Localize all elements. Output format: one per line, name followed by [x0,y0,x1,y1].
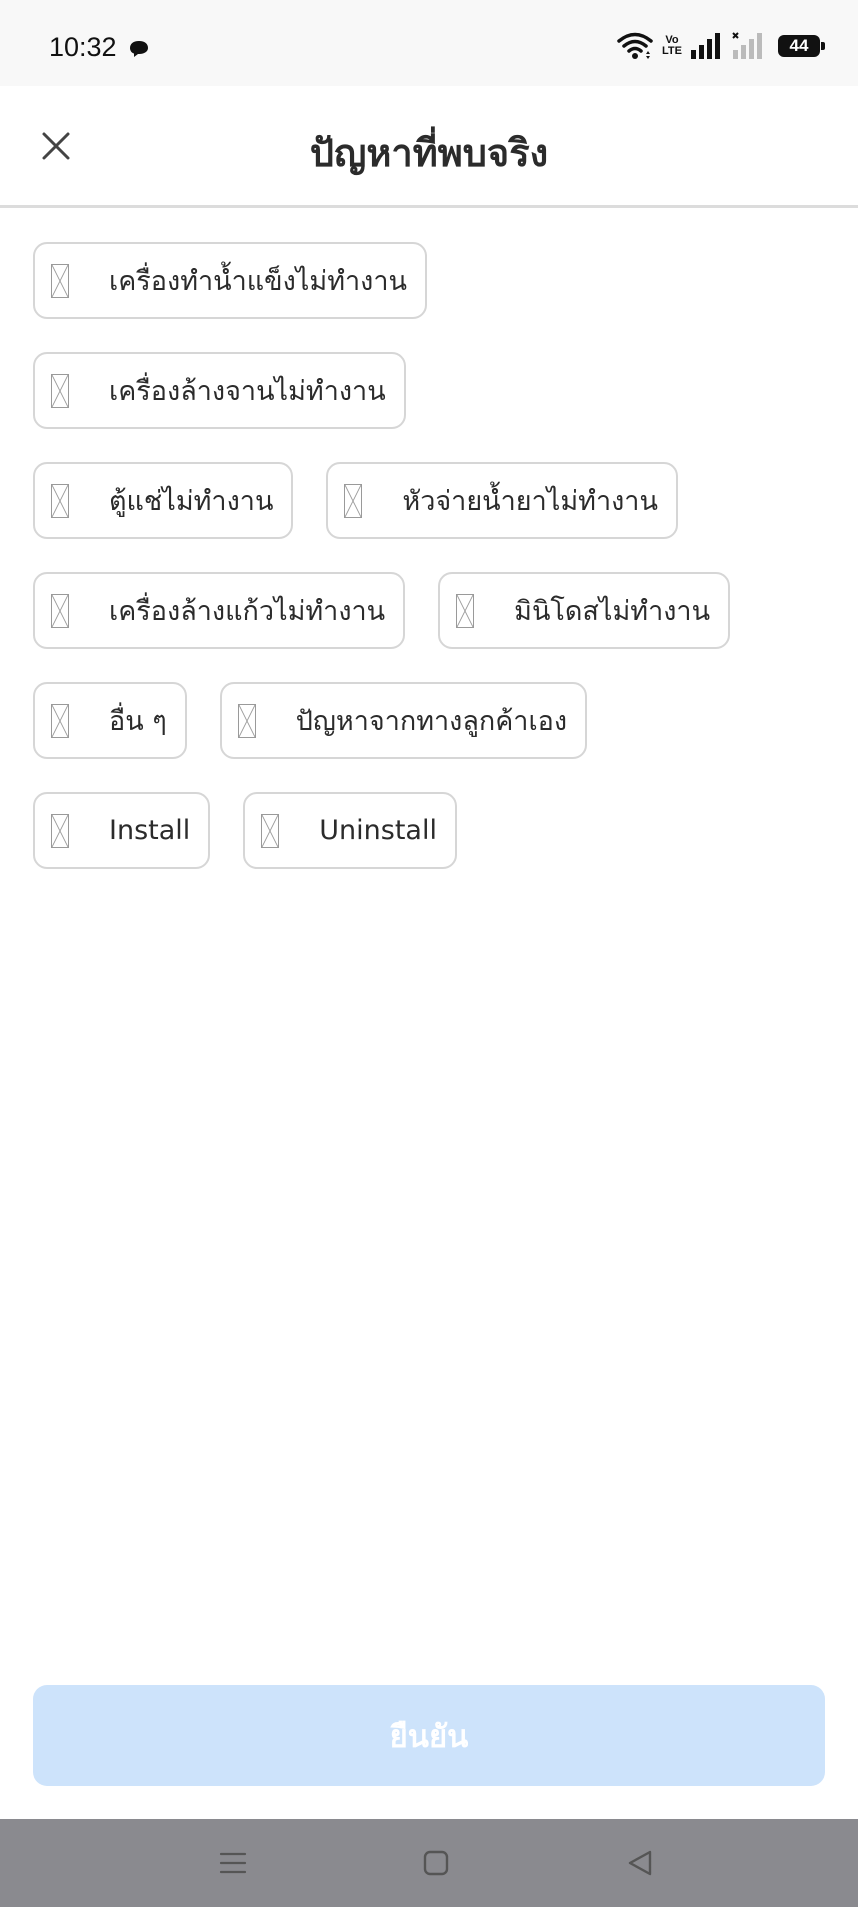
option-label: เครื่องล้างจานไม่ทำงาน [109,376,386,407]
option-customer-issue[interactable]: ปัญหาจากทางลูกค้าเอง [219,682,588,759]
status-bar: 10:32 Vo LTE 44 [0,0,858,86]
option-label: อื่น ๆ [109,706,167,737]
option-label: ตู้แช่ไม่ทำงาน [109,486,274,517]
option-row: อื่น ๆ ปัญหาจากทางลูกค้าเอง [33,682,833,759]
battery-level: 44 [789,36,809,55]
volte-line2: LTE [662,45,682,57]
option-install[interactable]: Install [33,792,211,869]
option-label: หัวจ่ายน้ำยาไม่ทำงาน [402,486,658,517]
option-uninstall[interactable]: Uninstall [243,792,457,869]
option-ice-maker-not-working[interactable]: เครื่องทำน้ำแข็งไม่ทำงาน [33,242,427,319]
checkbox-icon [51,813,69,848]
option-fridge-not-working[interactable]: ตู้แช่ไม่ทำงาน [33,462,294,539]
status-time: 10:32 [49,32,117,62]
option-row: เครื่องล้างจานไม่ทำงาน [33,352,833,429]
option-row: เครื่องล้างแก้วไม่ทำงาน มินิโดสไม่ทำงาน [33,572,833,649]
page-title: ปัญหาที่พบจริง [309,131,549,175]
header: ปัญหาที่พบจริง [0,86,858,208]
checkbox-icon [344,483,363,518]
checkbox-icon [51,703,69,738]
option-row: ตู้แช่ไม่ทำงาน หัวจ่ายน้ำยาไม่ทำงาน [33,462,833,539]
message-icon [130,41,148,57]
option-minidose-not-working[interactable]: มินิโดสไม่ทำงาน [438,572,731,649]
option-other[interactable]: อื่น ๆ [33,682,187,759]
confirm-button[interactable]: ยืนยัน [33,1685,825,1786]
status-icons: Vo LTE 44 [616,30,825,62]
option-label: ปัญหาจากทางลูกค้าเอง [295,706,568,737]
option-label: Uninstall [319,815,437,846]
checkbox-icon [261,813,280,848]
option-row: เครื่องทำน้ำแข็งไม่ทำงาน [33,242,833,319]
option-label: เครื่องทำน้ำแข็งไม่ทำงาน [109,266,407,297]
navigation-bar [0,1819,858,1907]
checkbox-icon [51,263,69,298]
option-label: มินิโดสไม่ทำงาน [514,596,711,627]
checkbox-icon [51,593,69,628]
checkbox-icon [51,483,69,518]
problem-options: เครื่องทำน้ำแข็งไม่ทำงาน เครื่องล้างจานไ… [33,242,833,902]
option-glasswasher-not-working[interactable]: เครื่องล้างแก้วไม่ทำงาน [33,572,406,649]
wifi-icon [617,32,653,59]
checkbox-icon [51,373,69,408]
option-label: Install [109,815,191,846]
option-dishwasher-not-working[interactable]: เครื่องล้างจานไม่ทำงาน [33,352,406,429]
home-icon[interactable] [416,1843,456,1883]
option-dispenser-not-working[interactable]: หัวจ่ายน้ำยาไม่ทำงาน [326,462,678,539]
signal-no-service-icon [732,32,762,59]
signal-icon [691,33,720,59]
checkbox-icon [237,703,256,738]
option-row: Install Uninstall [33,792,833,869]
option-label: เครื่องล้างแก้วไม่ทำงาน [109,596,386,627]
checkbox-icon [456,593,475,628]
menu-icon[interactable] [213,1843,253,1883]
back-icon[interactable] [620,1843,660,1883]
battery-icon: 44 [778,35,825,57]
volte-icon: Vo LTE [662,35,682,57]
